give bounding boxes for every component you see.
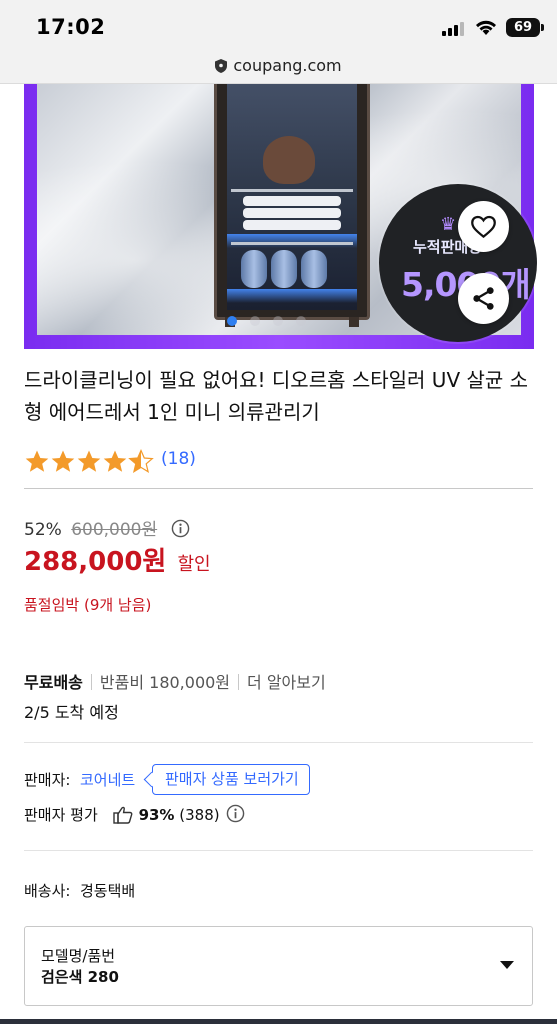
share-button[interactable] <box>458 273 509 324</box>
carousel-dot[interactable] <box>296 316 306 326</box>
sale-price: 288,000원 <box>24 547 167 577</box>
free-shipping-label: 무료배송 <box>24 673 83 692</box>
star-rating <box>25 449 154 473</box>
star-icon <box>25 450 49 472</box>
original-price: 600,000원 <box>71 520 158 540</box>
stock-notice: 품절임박 (9개 남음) <box>24 596 152 614</box>
wishlist-button[interactable] <box>458 201 509 252</box>
status-time: 17:02 <box>36 15 106 39</box>
divider <box>24 742 533 743</box>
url-text: coupang.com <box>233 56 342 75</box>
seller-rating-label: 판매자 평가 <box>24 806 98 824</box>
shipping-row: 무료배송 반품비 180,000원 더 알아보기 <box>24 669 326 693</box>
crown-icon: ♛ <box>440 214 457 235</box>
wifi-icon <box>476 20 496 35</box>
divider <box>24 488 533 489</box>
discount-row: 52% 600,000원 <box>24 515 190 540</box>
star-icon <box>51 450 75 472</box>
url-display[interactable]: coupang.com <box>0 56 557 75</box>
review-count-link[interactable]: (18) <box>161 449 196 469</box>
seller-products-button[interactable]: 판매자 상품 보러가기 <box>152 764 310 795</box>
thumbs-up-icon <box>112 806 132 824</box>
return-fee: 반품비 180,000원 <box>99 673 231 692</box>
carousel-dot[interactable] <box>250 316 260 326</box>
bottom-bar-edge <box>0 1019 557 1024</box>
sale-tag: 할인 <box>177 554 211 575</box>
status-bar: 17:02 69 <box>0 0 557 54</box>
banner-frame: ♛ 누적판매량 5,000개 <box>24 84 537 349</box>
learn-more-link[interactable]: 더 알아보기 <box>247 673 326 692</box>
product-title: 드라이클리닝이 필요 없어요! 디오르홈 스타일러 UV 살균 소형 에어드레서… <box>24 368 529 424</box>
share-icon <box>473 287 494 310</box>
browser-url-bar[interactable]: coupang.com <box>0 54 557 84</box>
seller-rating-count: (388) <box>179 806 220 824</box>
cabinet-illustration <box>214 84 370 327</box>
product-photo: ♛ 누적판매량 5,000개 <box>37 84 537 342</box>
option-label: 모델명/품번 <box>41 947 116 965</box>
carousel-dot[interactable] <box>273 316 283 326</box>
heart-icon <box>471 215 496 239</box>
battery-icon: 69 <box>506 18 544 37</box>
divider <box>24 850 533 851</box>
star-icon <box>103 450 127 472</box>
info-icon[interactable] <box>171 519 190 538</box>
signal-icon <box>442 22 468 36</box>
star-icon <box>77 450 101 472</box>
discount-rate: 52% <box>24 520 62 540</box>
info-icon[interactable] <box>226 804 245 823</box>
seller-label: 판매자: <box>24 771 71 789</box>
seller-rating-percent: 93% <box>138 806 175 824</box>
product-image-carousel[interactable]: ♛ 누적판매량 5,000개 <box>0 84 557 349</box>
price-row: 288,000원 할인 <box>24 541 211 578</box>
carousel-dot[interactable] <box>227 316 237 326</box>
shield-icon <box>215 59 228 73</box>
courier-info: 배송사: 경동택배 <box>24 882 136 900</box>
seller-name-link[interactable]: 코어네트 <box>80 769 135 790</box>
option-value: 검은색 280 <box>41 968 119 986</box>
option-select[interactable]: 모델명/품번 검은색 280 <box>24 926 533 1006</box>
half-star-icon <box>128 449 154 473</box>
caret-down-icon <box>500 961 514 969</box>
sales-badge: ♛ 누적판매량 5,000개 <box>379 184 537 342</box>
seller-rating-row: 판매자 평가 93% (388) <box>24 804 245 825</box>
arrival-estimate: 2/5 도착 예정 <box>24 703 119 722</box>
